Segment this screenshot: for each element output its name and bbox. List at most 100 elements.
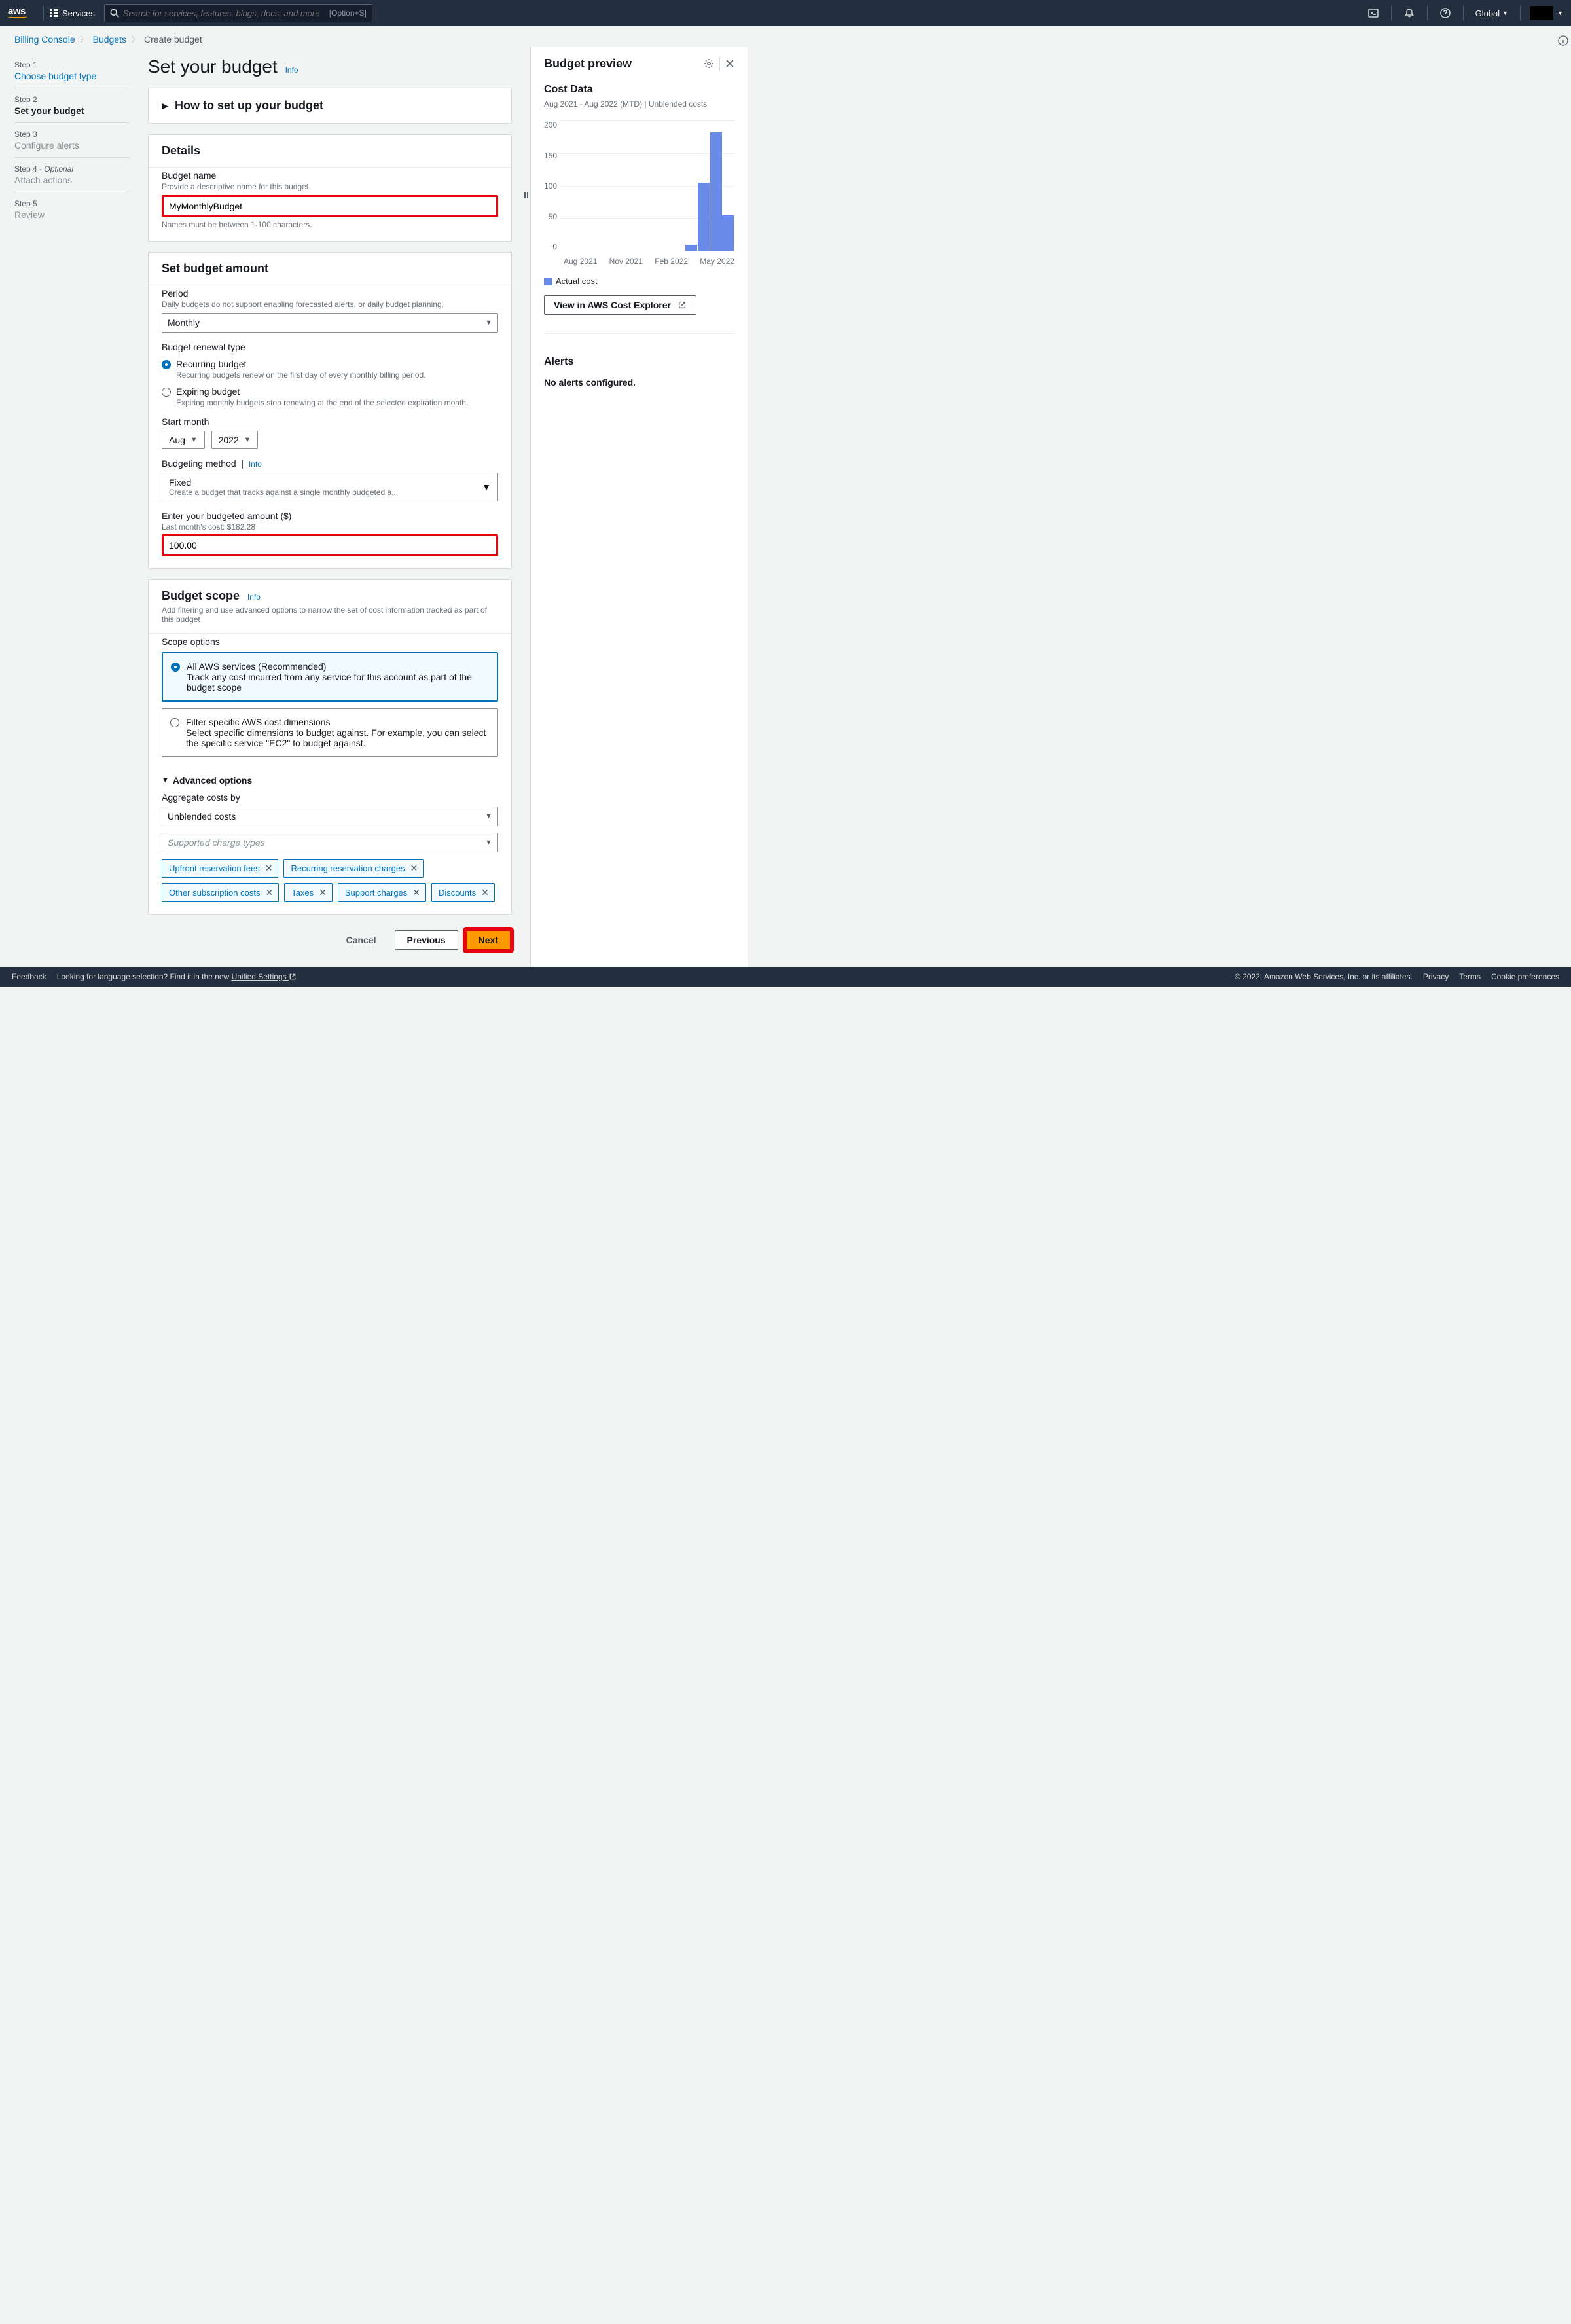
breadcrumb-billing[interactable]: Billing Console [14,34,75,45]
scope-all-option[interactable]: All AWS services (Recommended) Track any… [162,652,498,702]
remove-chip-icon[interactable]: ✕ [265,863,273,874]
method-label: Budgeting method | Info [162,458,498,469]
unified-settings-link[interactable]: Unified Settings [232,972,297,981]
services-menu[interactable]: Services [50,9,95,18]
amount-panel: Set budget amount Period Daily budgets d… [148,252,512,569]
search-icon [110,9,119,18]
search-box[interactable]: [Option+S] [104,4,372,22]
method-select[interactable]: Fixed Create a budget that tracks agains… [162,473,498,501]
howto-title: How to set up your budget [175,99,323,113]
cancel-button[interactable]: Cancel [334,931,388,949]
start-month-select[interactable]: Aug ▼ [162,431,205,449]
renewal-label: Budget renewal type [162,342,498,352]
howto-toggle[interactable]: ▶ How to set up your budget [149,88,511,123]
grid-icon [50,9,58,17]
budget-name-constraint: Names must be between 1-100 characters. [162,220,498,229]
region-label: Global [1475,9,1500,18]
caret-down-icon: ▼ [482,482,491,492]
scope-panel: Budget scope Info Add filtering and use … [148,579,512,915]
top-nav: aws Services [Option+S] Global ▼ ▼ [0,0,1571,26]
howto-panel: ▶ How to set up your budget [148,88,512,124]
scope-title: Budget scope [162,589,240,602]
cloudshell-icon[interactable] [1362,0,1384,26]
step-1[interactable]: Step 1 Choose budget type [14,54,130,88]
info-panel-toggle-icon[interactable] [1558,35,1568,46]
advanced-toggle[interactable]: ▼ Advanced options [162,775,498,786]
period-select[interactable]: Monthly ▼ [162,313,498,333]
close-icon[interactable] [725,59,734,68]
cost-data-heading: Cost Data [544,84,734,96]
copyright: © 2022, Amazon Web Services, Inc. or its… [1235,972,1413,981]
caret-down-icon: ▼ [1557,10,1563,16]
charge-chip: Taxes✕ [284,883,333,902]
feedback-link[interactable]: Feedback [12,972,46,981]
budget-name-hint: Provide a descriptive name for this budg… [162,182,498,191]
cost-chart: 200150100500 [544,120,734,251]
next-button[interactable]: Next [465,929,512,951]
caret-down-icon: ▼ [485,319,492,327]
services-label: Services [62,9,95,18]
caret-down-icon: ▼ [485,839,492,846]
region-selector[interactable]: Global ▼ [1470,9,1514,18]
help-icon[interactable] [1434,0,1456,26]
scope-filter-option[interactable]: Filter specific AWS cost dimensions Sele… [162,708,498,757]
step-4: Step 4 - Optional Attach actions [14,158,130,192]
budget-name-label: Budget name [162,170,498,181]
remove-chip-icon[interactable]: ✕ [265,887,273,898]
main-content: Set your budget Info ▶ How to set up you… [136,47,530,967]
charge-chip: Support charges✕ [338,883,426,902]
budget-amount-input[interactable] [162,534,498,556]
scope-info-link[interactable]: Info [247,592,261,602]
notifications-icon[interactable] [1398,0,1420,26]
scope-subtitle: Add filtering and use advanced options t… [162,606,498,624]
period-hint: Daily budgets do not support enabling fo… [162,300,498,309]
radio-icon [162,388,171,397]
radio-icon [162,360,171,369]
search-input[interactable] [123,9,329,18]
view-cost-explorer-button[interactable]: View in AWS Cost Explorer [544,295,696,315]
footer: Feedback Looking for language selection?… [0,967,1571,987]
expiring-radio[interactable]: Expiring budget Expiring monthly budgets… [162,386,498,407]
method-info-link[interactable]: Info [249,460,262,469]
start-year-select[interactable]: 2022 ▼ [211,431,259,449]
aws-logo[interactable]: aws [8,8,27,18]
budget-name-input[interactable] [162,195,498,217]
cookies-link[interactable]: Cookie preferences [1491,972,1559,981]
radio-icon [170,718,179,727]
remove-chip-icon[interactable]: ✕ [319,887,327,898]
terms-link[interactable]: Terms [1459,972,1481,981]
collapse-icon[interactable] [524,192,528,198]
start-month-label: Start month [162,416,498,427]
external-link-icon [677,300,687,310]
charge-chip: Other subscription costs✕ [162,883,279,902]
chart-legend: Actual cost [544,276,734,286]
settings-icon[interactable] [704,58,714,69]
budget-preview-panel: Budget preview Cost Data Aug 2021 - Aug … [530,47,748,967]
wizard-steps: Step 1 Choose budget type Step 2 Set you… [0,47,136,967]
remove-chip-icon[interactable]: ✕ [481,887,489,898]
privacy-link[interactable]: Privacy [1423,972,1449,981]
step-3: Step 3 Configure alerts [14,123,130,158]
page-info-link[interactable]: Info [285,65,298,75]
caret-down-icon: ▼ [162,776,169,784]
account-menu[interactable] [1530,6,1553,20]
caret-down-icon: ▼ [485,812,492,820]
page-title: Set your budget [148,56,278,77]
radio-icon [171,663,180,672]
breadcrumb-budgets[interactable]: Budgets [93,34,126,45]
charge-types-select[interactable]: Supported charge types ▼ [162,833,498,852]
remove-chip-icon[interactable]: ✕ [410,863,418,874]
chevron-right-icon: 〉 [132,34,139,45]
charge-chip: Discounts✕ [431,883,495,902]
aggregate-select[interactable]: Unblended costs ▼ [162,807,498,826]
legend-swatch [544,278,552,285]
remove-chip-icon[interactable]: ✕ [412,887,420,898]
charge-chip: Recurring reservation charges✕ [283,859,424,878]
preview-title: Budget preview [544,57,632,71]
step-5: Step 5 Review [14,192,130,227]
caret-down-icon: ▼ [244,436,251,444]
step-2: Step 2 Set your budget [14,88,130,123]
wizard-buttons: Cancel Previous Next [148,929,512,951]
recurring-radio[interactable]: Recurring budget Recurring budgets renew… [162,359,498,380]
previous-button[interactable]: Previous [395,930,458,950]
